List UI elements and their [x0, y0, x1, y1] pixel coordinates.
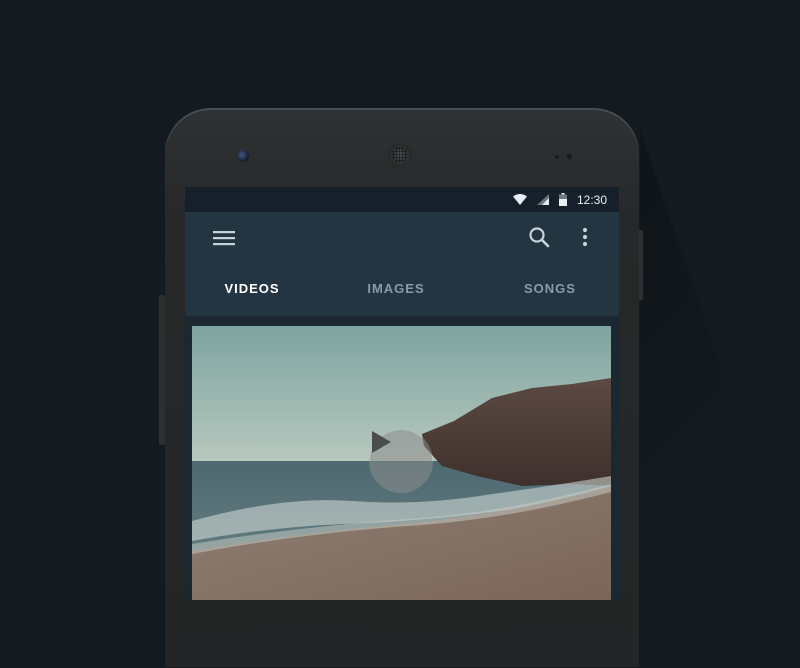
more-options-button[interactable]	[569, 223, 601, 255]
tab-bar: VIDEOS IMAGES SONGS	[185, 268, 619, 316]
phone-screen: 12:30 VIDEOS IMAGES SONGS	[185, 187, 619, 600]
light-sensor	[567, 154, 572, 159]
earpiece-speaker	[388, 143, 412, 167]
battery-icon	[558, 193, 567, 206]
tab-images[interactable]: IMAGES	[355, 268, 437, 308]
video-thumbnail[interactable]	[192, 326, 611, 600]
search-icon	[528, 226, 550, 253]
status-bar: 12:30	[185, 187, 619, 212]
menu-button[interactable]	[208, 224, 240, 256]
tab-videos[interactable]: VIDEOS	[212, 268, 292, 308]
proximity-sensor	[555, 155, 559, 159]
signal-icon	[536, 194, 549, 205]
more-vertical-icon	[582, 227, 588, 252]
app-bar: VIDEOS IMAGES SONGS	[185, 212, 619, 341]
search-button[interactable]	[523, 223, 555, 255]
toolbar	[185, 212, 619, 268]
play-button[interactable]	[370, 430, 432, 492]
menu-icon	[213, 230, 235, 251]
front-camera	[237, 150, 249, 162]
status-time: 12:30	[576, 192, 607, 207]
tab-songs[interactable]: SONGS	[510, 268, 590, 308]
wifi-icon	[512, 194, 527, 205]
background-shadow	[640, 130, 800, 600]
